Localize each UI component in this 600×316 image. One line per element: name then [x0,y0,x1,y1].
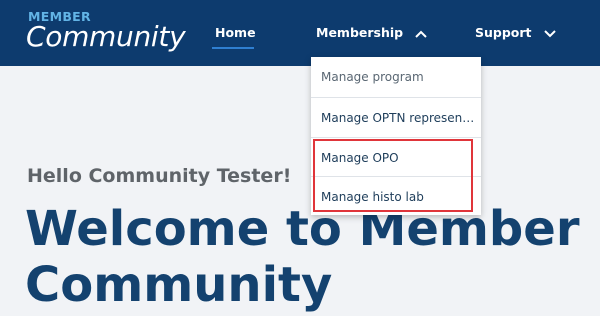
nav-support-menu[interactable]: Support [475,25,556,40]
nav-home-label: Home [215,25,256,40]
nav-membership-label: Membership [316,25,404,40]
nav-home-link[interactable]: Home [215,25,256,40]
menu-item-manage-histo-lab[interactable]: Manage histo lab [311,176,481,216]
chevron-down-icon [544,29,556,37]
brand-logo-large[interactable]: Community [26,20,186,53]
chevron-up-icon [415,30,428,38]
nav-support-label: Support [475,25,532,40]
menu-item-manage-opo[interactable]: Manage OPO [311,137,481,177]
menu-item-manage-optn-representatives[interactable]: Manage OPTN represen… [311,97,481,137]
welcome-heading: Welcome to Member Community [25,201,580,313]
nav-membership-menu[interactable]: Membership [316,25,428,40]
membership-dropdown-menu: Manage program Manage OPTN represen… Man… [311,57,481,215]
menu-item-manage-program[interactable]: Manage program [311,57,481,97]
top-navigation-bar: MEMBER Community Home Membership Support [0,0,600,66]
greeting-text: Hello Community Tester! [27,165,292,187]
active-nav-indicator [212,47,254,49]
